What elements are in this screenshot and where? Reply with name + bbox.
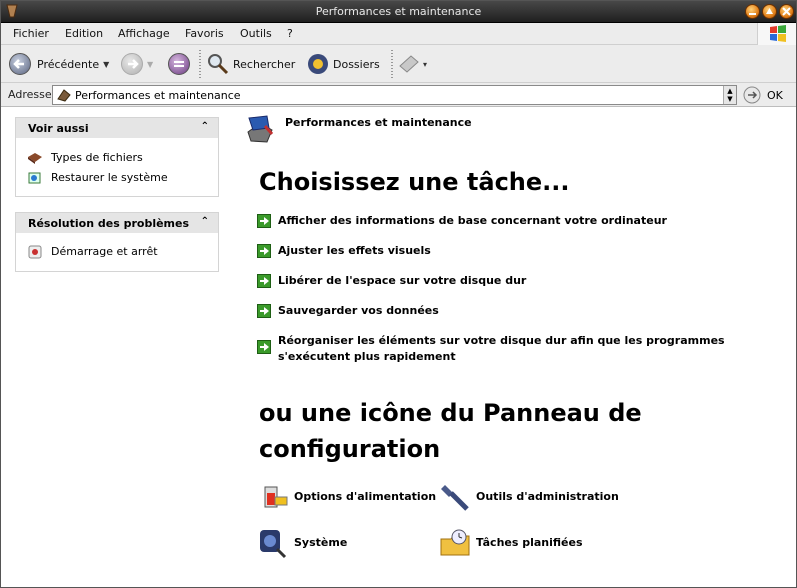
- menu-favoris[interactable]: Favoris: [185, 27, 224, 40]
- minimize-button[interactable]: [745, 4, 760, 19]
- address-dropdown[interactable]: ▲ ▼: [723, 86, 736, 104]
- control-panel-heading-line1: ou une icône du Panneau de: [259, 399, 642, 427]
- system-link[interactable]: Système: [257, 527, 437, 559]
- admin-tools-icon: [441, 485, 469, 511]
- menu-outils[interactable]: Outils: [240, 27, 272, 40]
- task-label: Sauvegarder vos données: [278, 304, 439, 317]
- toolbar-separator: [391, 50, 393, 79]
- collapse-chevron-icon[interactable]: ⌃: [201, 121, 209, 132]
- address-field[interactable]: Performances et maintenance ▲ ▼: [52, 85, 737, 105]
- back-label: Précédente: [37, 57, 100, 71]
- main-content: Performances et maintenance Choisissez u…: [235, 107, 797, 588]
- views-dropdown-icon[interactable]: ▾: [423, 60, 427, 69]
- up-button[interactable]: [168, 45, 190, 83]
- collapse-chevron-icon[interactable]: ⌃: [201, 216, 209, 227]
- system-restore-icon: [28, 172, 41, 184]
- see-also-panel: Voir aussi ⌃ Types de fichiers Restaurer…: [15, 117, 219, 197]
- troubleshoot-panel: Résolution des problèmes ⌃ Démarrage et …: [15, 212, 219, 272]
- title-bar[interactable]: Performances et maintenance: [0, 0, 797, 23]
- minimize-icon: [749, 13, 756, 15]
- close-button[interactable]: [779, 4, 794, 19]
- sidebar-item-startup-shutdown[interactable]: Démarrage et arrêt: [16, 242, 218, 262]
- task-label: Afficher des informations de base concer…: [278, 214, 667, 227]
- performance-maintenance-icon: [247, 115, 274, 143]
- maximize-button[interactable]: [762, 4, 777, 19]
- system-label: Système: [294, 536, 348, 549]
- green-arrow-icon: [257, 340, 271, 354]
- go-label: OK: [767, 88, 783, 102]
- green-arrow-icon: [257, 214, 271, 228]
- sidebar-item-system-restore[interactable]: Restaurer le système: [16, 168, 218, 188]
- search-icon: [208, 54, 229, 75]
- views-button[interactable]: ▾: [397, 45, 427, 83]
- window-title: Performances et maintenance: [315, 5, 482, 18]
- troubleshoot-header[interactable]: Résolution des problèmes ⌃: [16, 213, 218, 233]
- task-label: Ajuster les effets visuels: [278, 244, 431, 257]
- admin-tools-label: Outils d'administration: [476, 490, 619, 503]
- sidebar-item-label: Restaurer le système: [51, 171, 168, 184]
- task-link[interactable]: Libérer de l'espace sur votre disque dur: [255, 273, 775, 289]
- task-link[interactable]: Réorganiser les éléments sur votre disqu…: [255, 333, 775, 365]
- address-label: Adresse: [8, 88, 52, 101]
- sidebar-item-label: Types de fichiers: [51, 151, 143, 164]
- menu-bar: Fichier Edition Affichage Favoris Outils…: [0, 23, 797, 45]
- back-arrow-icon: [9, 53, 31, 75]
- go-icon: [743, 86, 761, 104]
- green-arrow-icon: [257, 274, 271, 288]
- startup-shutdown-icon: [28, 245, 42, 259]
- folders-icon: [308, 54, 328, 74]
- address-text: Performances et maintenance: [75, 89, 241, 102]
- up-folder-icon: [168, 53, 190, 75]
- back-button[interactable]: Précédente ▼: [9, 45, 109, 83]
- green-arrow-icon: [257, 304, 271, 318]
- control-panel-heading-line2: configuration: [259, 435, 441, 463]
- back-dropdown-icon[interactable]: ▼: [103, 60, 109, 69]
- admin-tools-link[interactable]: Outils d'administration: [439, 481, 639, 513]
- task-link[interactable]: Sauvegarder vos données: [255, 303, 775, 319]
- pick-task-heading: Choisissez une tâche...: [259, 168, 570, 196]
- forward-dropdown-icon[interactable]: ▼: [147, 60, 153, 69]
- see-also-header[interactable]: Voir aussi ⌃: [16, 118, 218, 138]
- folders-label: Dossiers: [333, 57, 380, 71]
- search-button[interactable]: Rechercher: [206, 45, 295, 83]
- system-icon: [260, 530, 287, 559]
- forward-button[interactable]: ▼: [121, 45, 153, 83]
- maximize-icon: [766, 8, 773, 14]
- menu-affichage[interactable]: Affichage: [118, 27, 170, 40]
- task-link[interactable]: Ajuster les effets visuels: [255, 243, 775, 259]
- menu-edition[interactable]: Edition: [65, 27, 103, 40]
- file-types-icon: [28, 153, 42, 164]
- go-button[interactable]: OK: [742, 85, 783, 105]
- views-icon: [399, 55, 419, 73]
- task-label: Libérer de l'espace sur votre disque dur: [278, 274, 527, 287]
- page-title: Performances et maintenance: [285, 116, 472, 129]
- task-label: Réorganiser les éléments sur votre disqu…: [278, 334, 725, 363]
- power-options-icon: [264, 486, 288, 508]
- address-bar: Adresse Performances et maintenance ▲ ▼ O…: [0, 83, 797, 107]
- menu-fichier[interactable]: Fichier: [13, 27, 49, 40]
- menu-help[interactable]: ?: [287, 27, 293, 40]
- toolbar-separator: [199, 50, 201, 79]
- close-icon: [782, 7, 791, 16]
- forward-arrow-icon: [121, 53, 143, 75]
- windows-logo: [757, 23, 797, 45]
- folders-button[interactable]: Dossiers: [306, 45, 380, 83]
- task-link[interactable]: Afficher des informations de base concer…: [255, 213, 775, 229]
- sidebar-item-file-types[interactable]: Types de fichiers: [16, 148, 218, 168]
- see-also-title: Voir aussi: [28, 122, 89, 135]
- green-arrow-icon: [257, 244, 271, 258]
- sidebar: Voir aussi ⌃ Types de fichiers Restaurer…: [0, 107, 235, 588]
- power-options-label: Options d'alimentation: [294, 490, 437, 503]
- troubleshoot-title: Résolution des problèmes: [28, 217, 190, 230]
- toolbar: Précédente ▼ ▼ Rechercher Dossiers ▾: [0, 45, 797, 83]
- scheduled-tasks-link[interactable]: Tâches planifiées: [439, 527, 639, 559]
- search-label: Rechercher: [233, 57, 296, 71]
- scheduled-tasks-label: Tâches planifiées: [476, 536, 583, 549]
- sidebar-item-label: Démarrage et arrêt: [51, 245, 158, 258]
- power-options-link[interactable]: Options d'alimentation: [257, 481, 437, 513]
- page-icon: [57, 89, 71, 102]
- windows-flag-icon: [770, 25, 786, 42]
- scheduled-tasks-icon: [440, 529, 470, 556]
